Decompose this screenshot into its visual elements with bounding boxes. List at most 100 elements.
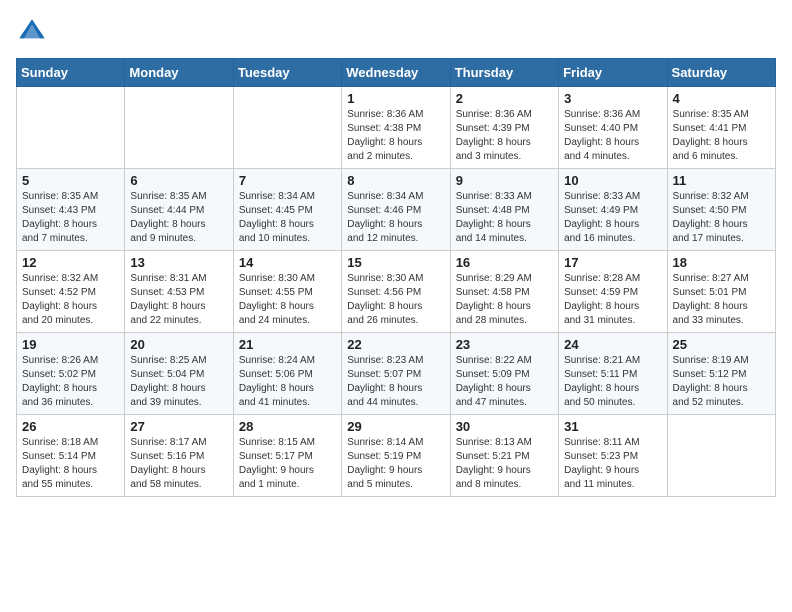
day-info: Sunrise: 8:11 AMSunset: 5:23 PMDaylight:… bbox=[564, 436, 661, 492]
day-info: Sunrise: 8:35 AMSunset: 4:41 PMDaylight:… bbox=[673, 108, 770, 164]
day-info: Sunrise: 8:34 AMSunset: 4:45 PMDaylight:… bbox=[239, 190, 336, 246]
day-number: 21 bbox=[239, 337, 336, 352]
calendar-cell: 2 Sunrise: 8:36 AMSunset: 4:39 PMDaylight… bbox=[450, 87, 558, 169]
calendar-cell: 17 Sunrise: 8:28 AMSunset: 4:59 PMDayligh… bbox=[559, 251, 667, 333]
day-number: 27 bbox=[130, 419, 227, 434]
calendar-week-row: 19 Sunrise: 8:26 AMSunset: 5:02 PMDayligh… bbox=[17, 333, 776, 415]
day-info: Sunrise: 8:17 AMSunset: 5:16 PMDaylight:… bbox=[130, 436, 227, 492]
day-of-week-header: Thursday bbox=[450, 59, 558, 87]
day-number: 14 bbox=[239, 255, 336, 270]
day-info: Sunrise: 8:32 AMSunset: 4:50 PMDaylight:… bbox=[673, 190, 770, 246]
day-number: 2 bbox=[456, 91, 553, 106]
day-info: Sunrise: 8:36 AMSunset: 4:38 PMDaylight:… bbox=[347, 108, 444, 164]
day-number: 25 bbox=[673, 337, 770, 352]
day-number: 19 bbox=[22, 337, 119, 352]
calendar-cell: 4 Sunrise: 8:35 AMSunset: 4:41 PMDaylight… bbox=[667, 87, 775, 169]
calendar-week-row: 26 Sunrise: 8:18 AMSunset: 5:14 PMDayligh… bbox=[17, 415, 776, 497]
calendar-cell: 15 Sunrise: 8:30 AMSunset: 4:56 PMDayligh… bbox=[342, 251, 450, 333]
calendar-cell: 29 Sunrise: 8:14 AMSunset: 5:19 PMDayligh… bbox=[342, 415, 450, 497]
calendar-cell bbox=[233, 87, 341, 169]
calendar-cell: 11Sunrise: 8:32 AMSunset: 4:50 PMDayligh… bbox=[667, 169, 775, 251]
day-number: 28 bbox=[239, 419, 336, 434]
day-of-week-header: Sunday bbox=[17, 59, 125, 87]
calendar-cell: 31 Sunrise: 8:11 AMSunset: 5:23 PMDayligh… bbox=[559, 415, 667, 497]
day-of-week-header: Saturday bbox=[667, 59, 775, 87]
calendar-cell: 21 Sunrise: 8:24 AMSunset: 5:06 PMDayligh… bbox=[233, 333, 341, 415]
calendar-cell: 24 Sunrise: 8:21 AMSunset: 5:11 PMDayligh… bbox=[559, 333, 667, 415]
calendar-table: SundayMondayTuesdayWednesdayThursdayFrid… bbox=[16, 58, 776, 497]
calendar-cell: 22 Sunrise: 8:23 AMSunset: 5:07 PMDayligh… bbox=[342, 333, 450, 415]
calendar-cell: 26 Sunrise: 8:18 AMSunset: 5:14 PMDayligh… bbox=[17, 415, 125, 497]
day-info: Sunrise: 8:36 AMSunset: 4:39 PMDaylight:… bbox=[456, 108, 553, 164]
day-number: 24 bbox=[564, 337, 661, 352]
day-info: Sunrise: 8:22 AMSunset: 5:09 PMDaylight:… bbox=[456, 354, 553, 410]
calendar-week-row: 1Sunrise: 8:36 AMSunset: 4:38 PMDaylight… bbox=[17, 87, 776, 169]
day-number: 26 bbox=[22, 419, 119, 434]
calendar-cell: 8Sunrise: 8:34 AMSunset: 4:46 PMDaylight… bbox=[342, 169, 450, 251]
day-info: Sunrise: 8:35 AMSunset: 4:44 PMDaylight:… bbox=[130, 190, 227, 246]
logo-icon bbox=[16, 16, 48, 48]
day-info: Sunrise: 8:21 AMSunset: 5:11 PMDaylight:… bbox=[564, 354, 661, 410]
day-info: Sunrise: 8:30 AMSunset: 4:56 PMDaylight:… bbox=[347, 272, 444, 328]
page-header bbox=[16, 16, 776, 48]
calendar-cell: 12Sunrise: 8:32 AMSunset: 4:52 PMDayligh… bbox=[17, 251, 125, 333]
day-info: Sunrise: 8:29 AMSunset: 4:58 PMDaylight:… bbox=[456, 272, 553, 328]
day-info: Sunrise: 8:23 AMSunset: 5:07 PMDaylight:… bbox=[347, 354, 444, 410]
day-number: 7 bbox=[239, 173, 336, 188]
day-info: Sunrise: 8:25 AMSunset: 5:04 PMDaylight:… bbox=[130, 354, 227, 410]
day-info: Sunrise: 8:15 AMSunset: 5:17 PMDaylight:… bbox=[239, 436, 336, 492]
day-info: Sunrise: 8:26 AMSunset: 5:02 PMDaylight:… bbox=[22, 354, 119, 410]
day-of-week-header: Friday bbox=[559, 59, 667, 87]
calendar-cell: 9 Sunrise: 8:33 AMSunset: 4:48 PMDaylight… bbox=[450, 169, 558, 251]
calendar-cell: 1Sunrise: 8:36 AMSunset: 4:38 PMDaylight… bbox=[342, 87, 450, 169]
day-number: 9 bbox=[456, 173, 553, 188]
day-number: 17 bbox=[564, 255, 661, 270]
calendar-cell: 19 Sunrise: 8:26 AMSunset: 5:02 PMDayligh… bbox=[17, 333, 125, 415]
calendar-cell: 16 Sunrise: 8:29 AMSunset: 4:58 PMDayligh… bbox=[450, 251, 558, 333]
calendar-cell: 3 Sunrise: 8:36 AMSunset: 4:40 PMDaylight… bbox=[559, 87, 667, 169]
day-number: 3 bbox=[564, 91, 661, 106]
calendar-cell: 6 Sunrise: 8:35 AMSunset: 4:44 PMDaylight… bbox=[125, 169, 233, 251]
calendar-cell: 10Sunrise: 8:33 AMSunset: 4:49 PMDayligh… bbox=[559, 169, 667, 251]
calendar-cell: 14 Sunrise: 8:30 AMSunset: 4:55 PMDayligh… bbox=[233, 251, 341, 333]
day-number: 29 bbox=[347, 419, 444, 434]
day-info: Sunrise: 8:28 AMSunset: 4:59 PMDaylight:… bbox=[564, 272, 661, 328]
day-number: 5 bbox=[22, 173, 119, 188]
day-number: 18 bbox=[673, 255, 770, 270]
day-info: Sunrise: 8:35 AMSunset: 4:43 PMDaylight:… bbox=[22, 190, 119, 246]
calendar-cell: 7 Sunrise: 8:34 AMSunset: 4:45 PMDaylight… bbox=[233, 169, 341, 251]
calendar-header-row: SundayMondayTuesdayWednesdayThursdayFrid… bbox=[17, 59, 776, 87]
day-info: Sunrise: 8:18 AMSunset: 5:14 PMDaylight:… bbox=[22, 436, 119, 492]
day-info: Sunrise: 8:13 AMSunset: 5:21 PMDaylight:… bbox=[456, 436, 553, 492]
day-info: Sunrise: 8:27 AMSunset: 5:01 PMDaylight:… bbox=[673, 272, 770, 328]
day-number: 6 bbox=[130, 173, 227, 188]
calendar-cell: 28 Sunrise: 8:15 AMSunset: 5:17 PMDayligh… bbox=[233, 415, 341, 497]
day-number: 15 bbox=[347, 255, 444, 270]
calendar-cell: 27 Sunrise: 8:17 AMSunset: 5:16 PMDayligh… bbox=[125, 415, 233, 497]
day-number: 10 bbox=[564, 173, 661, 188]
day-number: 22 bbox=[347, 337, 444, 352]
day-info: Sunrise: 8:14 AMSunset: 5:19 PMDaylight:… bbox=[347, 436, 444, 492]
day-number: 4 bbox=[673, 91, 770, 106]
calendar-cell: 13 Sunrise: 8:31 AMSunset: 4:53 PMDayligh… bbox=[125, 251, 233, 333]
day-info: Sunrise: 8:32 AMSunset: 4:52 PMDaylight:… bbox=[22, 272, 119, 328]
day-info: Sunrise: 8:31 AMSunset: 4:53 PMDaylight:… bbox=[130, 272, 227, 328]
calendar-cell: 25 Sunrise: 8:19 AMSunset: 5:12 PMDayligh… bbox=[667, 333, 775, 415]
calendar-week-row: 5 Sunrise: 8:35 AMSunset: 4:43 PMDaylight… bbox=[17, 169, 776, 251]
day-number: 16 bbox=[456, 255, 553, 270]
calendar-week-row: 12Sunrise: 8:32 AMSunset: 4:52 PMDayligh… bbox=[17, 251, 776, 333]
day-info: Sunrise: 8:36 AMSunset: 4:40 PMDaylight:… bbox=[564, 108, 661, 164]
calendar-cell: 5 Sunrise: 8:35 AMSunset: 4:43 PMDaylight… bbox=[17, 169, 125, 251]
day-of-week-header: Wednesday bbox=[342, 59, 450, 87]
day-number: 13 bbox=[130, 255, 227, 270]
calendar-cell: 18 Sunrise: 8:27 AMSunset: 5:01 PMDayligh… bbox=[667, 251, 775, 333]
day-info: Sunrise: 8:24 AMSunset: 5:06 PMDaylight:… bbox=[239, 354, 336, 410]
day-info: Sunrise: 8:19 AMSunset: 5:12 PMDaylight:… bbox=[673, 354, 770, 410]
day-of-week-header: Tuesday bbox=[233, 59, 341, 87]
day-info: Sunrise: 8:33 AMSunset: 4:48 PMDaylight:… bbox=[456, 190, 553, 246]
calendar-cell bbox=[125, 87, 233, 169]
day-number: 31 bbox=[564, 419, 661, 434]
day-of-week-header: Monday bbox=[125, 59, 233, 87]
day-info: Sunrise: 8:30 AMSunset: 4:55 PMDaylight:… bbox=[239, 272, 336, 328]
calendar-cell: 20Sunrise: 8:25 AMSunset: 5:04 PMDayligh… bbox=[125, 333, 233, 415]
